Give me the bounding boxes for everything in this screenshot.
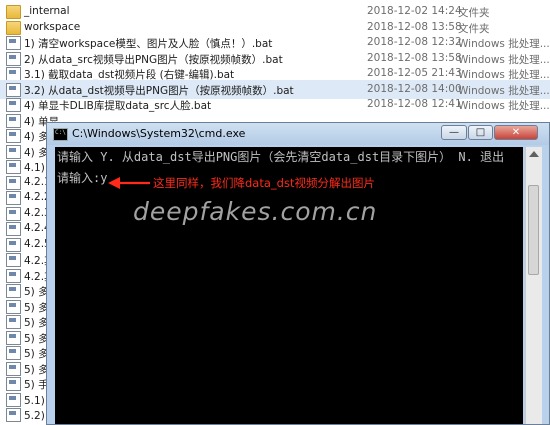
cmd-app-icon xyxy=(53,128,68,141)
console-prompt-line: 请输入 Y. 从data_dst导出PNG图片（会先清空data_dst目录下图… xyxy=(57,150,505,164)
file-date: 2018-12-08 14:00 xyxy=(367,82,462,95)
maximize-button[interactable]: □ xyxy=(468,125,493,140)
cmd-title-bar[interactable]: C:\Windows\System32\cmd.exe — □ ✕ xyxy=(47,123,549,145)
cmd-window-title: C:\Windows\System32\cmd.exe xyxy=(72,127,246,140)
file-date: 2018-12-08 12:32 xyxy=(367,36,462,48)
file-date: 2018-12-05 21:43 xyxy=(367,67,462,79)
scroll-up-arrow-icon[interactable] xyxy=(529,151,539,157)
file-date: 2018-12-08 13:58 xyxy=(367,51,462,64)
file-date: 2018-12-08 12:41 xyxy=(367,98,462,110)
batch-file-icon xyxy=(6,408,21,422)
watermark-text: deepfakes.com.cn xyxy=(133,197,378,226)
console-scrollbar[interactable] xyxy=(525,147,542,424)
annotation-text: 这里同样，我们降data_dst视频分解出图片 xyxy=(153,176,375,190)
file-date: 2018-12-02 14:24 xyxy=(367,5,462,17)
file-name: workspace xyxy=(24,20,81,33)
cmd-window[interactable]: C:\Windows\System32\cmd.exe — □ ✕ 请输入 Y.… xyxy=(46,122,550,425)
red-arrow-icon xyxy=(108,177,150,189)
close-button[interactable]: ✕ xyxy=(494,125,538,140)
file-name: _internal xyxy=(24,5,70,17)
file-date: 2018-12-08 13:58 xyxy=(367,20,462,33)
console-input-line: 请输入:y xyxy=(57,171,108,185)
scrollbar-thumb[interactable] xyxy=(528,185,539,275)
minimize-button[interactable]: — xyxy=(441,125,467,140)
